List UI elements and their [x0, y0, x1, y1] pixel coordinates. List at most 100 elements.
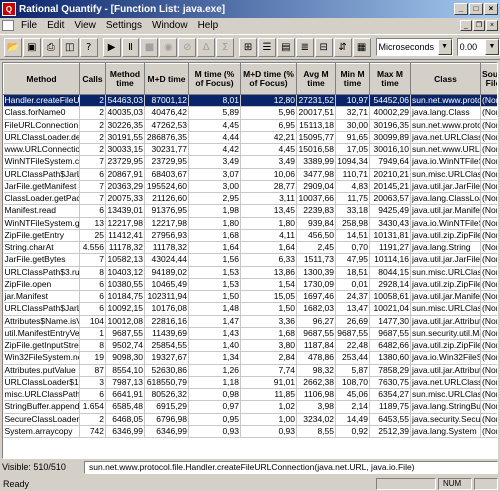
table-cell: 3389,99 [296, 155, 336, 169]
table-cell: 0,97 [188, 400, 241, 414]
table-row[interactable]: URLClassPath$JarL…610092,1510176,081,481… [3, 302, 497, 316]
table-row[interactable]: FileURLConnection… 2 30226,35 47262,53 4,45 6… [3, 119, 497, 132]
doc-restore-button[interactable]: ❐ [473, 20, 485, 31]
menu-edit[interactable]: Edit [42, 20, 69, 31]
table-row[interactable]: Attributes.putValue 87 8554,10 52630,86 1,26… [3, 364, 497, 377]
menu-file[interactable]: File [16, 20, 42, 31]
table-row[interactable]: String.charAt 4.556 11178,32 11178,32 1,64 1,… [3, 241, 497, 255]
table-cell: 1,64 [240, 241, 297, 255]
table-cell: 10,06 [240, 168, 297, 181]
save-icon[interactable]: ▣ [22, 37, 41, 57]
table-cell: 40035,03 [105, 106, 145, 120]
table-cell: 1,80 [240, 217, 297, 230]
snapshot-icon[interactable]: ◉ [159, 37, 178, 57]
table-row[interactable]: jar.Manifest 6 10184,75 102311,94 1,50 15,05 1… [3, 290, 497, 304]
doc-minimize-button[interactable]: _ [460, 20, 472, 31]
table-cell: 2928,14 [369, 278, 411, 292]
table-row[interactable]: Manifest.read 6 13439,01 91376,95 1,98 13,45 2… [3, 204, 497, 218]
table-cell: java.util.jar.JarFile [410, 253, 481, 267]
minimize-button[interactable]: _ [454, 3, 468, 15]
table-cell: StringBuffer.append [3, 400, 80, 414]
help-icon[interactable]: ? [79, 37, 98, 57]
function-detail-icon[interactable]: ▤ [276, 37, 295, 57]
open-icon[interactable]: 📂 [4, 37, 22, 57]
table-row[interactable]: ClassLoader.getPac…720075,3321126,602,95… [3, 192, 497, 206]
columns-icon[interactable]: ▦ [352, 37, 371, 57]
table-cell: 7949,64 [369, 155, 411, 169]
menu-view[interactable]: View [69, 20, 101, 31]
document-icon[interactable] [2, 20, 14, 31]
table-cell: 2 [79, 413, 106, 426]
table-cell: 195524,60 [144, 180, 189, 194]
run-icon[interactable]: ▶ [102, 37, 121, 57]
delta-icon[interactable]: Δ [197, 37, 216, 57]
filter-icon[interactable]: ⊟ [314, 37, 333, 57]
table-cell: 9425,49 [369, 204, 411, 218]
table-cell: 1094,34 [335, 155, 370, 169]
table-row[interactable]: WinNTFileSystem.c… 7 23729,95 23729,95 3,49 3… [3, 155, 497, 169]
table-cell: 478,86 [296, 351, 336, 365]
table-row[interactable]: JarFile.getBytes 7 10582,13 43024,44 1,56 6,3… [3, 253, 497, 267]
column-header[interactable]: Avg M time [296, 63, 336, 95]
column-header[interactable]: M+D time [144, 63, 189, 95]
annotated-source-icon[interactable]: ≣ [295, 37, 314, 57]
print-icon[interactable]: ⎙ [41, 37, 60, 57]
function-list-table[interactable]: Method Calls Method time M+D time M time… [2, 62, 498, 459]
call-graph-icon[interactable]: ⊞ [239, 37, 257, 57]
table-row[interactable]: www.URLConnection 2 30033,15 30231,77 4,42 4,… [3, 143, 497, 157]
pause-icon[interactable]: Ⅱ [121, 37, 140, 57]
table-row[interactable]: Class.forName0 2 40035,03 40476,42 5,89 5,96 2… [3, 106, 497, 120]
table-row[interactable]: JarFile.getManifest 7 20363,29 195524,60 3,0… [3, 180, 497, 194]
table-row[interactable]: util.ManifestEntryVer…19687,5511439,691,… [3, 327, 497, 341]
precision-select[interactable]: 0.00 ▼ [456, 38, 500, 56]
table-row[interactable]: Attributes$Name.isV…10410012,0822816,161… [3, 315, 497, 328]
table-row[interactable]: ZipFile.open 6 10380,55 10465,49 1,53 1,54 173… [3, 278, 497, 292]
column-header[interactable]: Source File [480, 63, 497, 95]
table-cell: (None [480, 425, 497, 439]
print-preview-icon[interactable]: ◫ [60, 37, 79, 57]
table-row[interactable]: SecureClassLoader… 2 6468,05 6796,98 0,95 1,0… [3, 413, 497, 426]
column-header[interactable]: Max M time [369, 63, 411, 95]
column-header[interactable]: Calls [79, 63, 106, 95]
stop-icon[interactable]: ■ [140, 37, 159, 57]
table-row[interactable]: Win32FileSystem.no…199098,3019327,671,34… [3, 351, 497, 365]
table-cell: java.net.URLClassL… [410, 376, 481, 390]
table-row[interactable]: URLClassLoader$1… 3 7987,13 618550,79 1,18 91… [3, 376, 497, 390]
table-row[interactable]: StringBuffer.append 1.654 6585,48 6915,29 0,… [3, 400, 497, 414]
column-header[interactable]: Min M time [335, 63, 370, 95]
table-cell: 6346,99 [144, 425, 189, 439]
table-row[interactable]: misc.URLClassPath…66641,9180526,320,9811… [3, 388, 497, 402]
table-row[interactable]: ZipFile.getInputStre… 8 9502,74 25854,55 1,4… [3, 339, 497, 353]
table-cell: 20363,29 [105, 180, 145, 194]
column-header[interactable]: Class [410, 63, 481, 95]
column-header[interactable]: Method [3, 63, 80, 95]
table-cell: 1,98 [188, 204, 241, 218]
function-list-icon[interactable]: ☰ [257, 37, 276, 57]
table-row[interactable]: URLClassPath$3.run 8 10403,12 94189,02 1,53 1… [3, 266, 497, 279]
table-cell: (None [480, 278, 497, 292]
table-row[interactable]: ZipFile.getEntry 25 11412,41 27956,93 1,68 4,… [3, 229, 497, 243]
sum-icon[interactable]: Σ [216, 37, 235, 57]
table-row[interactable]: URLClassPath$JarL…620867,9168403,673,071… [3, 168, 497, 181]
chevron-down-icon[interactable]: ▼ [484, 39, 499, 55]
column-header[interactable]: M time (% of Focus) [188, 63, 241, 95]
table-row[interactable]: URLClassLoader.de…230191,55286876,354,44… [3, 131, 497, 145]
table-cell: 5,96 [240, 106, 297, 120]
sort-icon[interactable]: ⇵ [333, 37, 352, 57]
maximize-button[interactable]: □ [469, 3, 483, 15]
menu-settings[interactable]: Settings [101, 20, 147, 31]
menu-window[interactable]: Window [147, 20, 193, 31]
table-row[interactable]: System.arraycopy 742 6346,99 6346,99 0,93 0,9… [3, 425, 497, 439]
table-cell: java.lang.System [410, 425, 481, 439]
close-button[interactable]: × [484, 3, 498, 15]
table-cell: Win32FileSystem.no… [3, 351, 80, 365]
column-header[interactable]: Method time [105, 63, 145, 95]
clear-data-icon[interactable]: ⊘ [178, 37, 197, 57]
table-row[interactable]: Handler.createFileU…254463,0387001,128,0… [3, 94, 497, 108]
table-row[interactable]: WinNTFileSystem.g…1312217,9812217,981,80… [3, 217, 497, 230]
column-header[interactable]: M+D time (% of Focus) [240, 63, 297, 95]
menu-help[interactable]: Help [193, 20, 224, 31]
chevron-down-icon[interactable]: ▼ [437, 39, 452, 55]
units-select[interactable]: Microseconds ▼ [375, 38, 453, 56]
doc-close-button[interactable]: × [486, 20, 498, 31]
